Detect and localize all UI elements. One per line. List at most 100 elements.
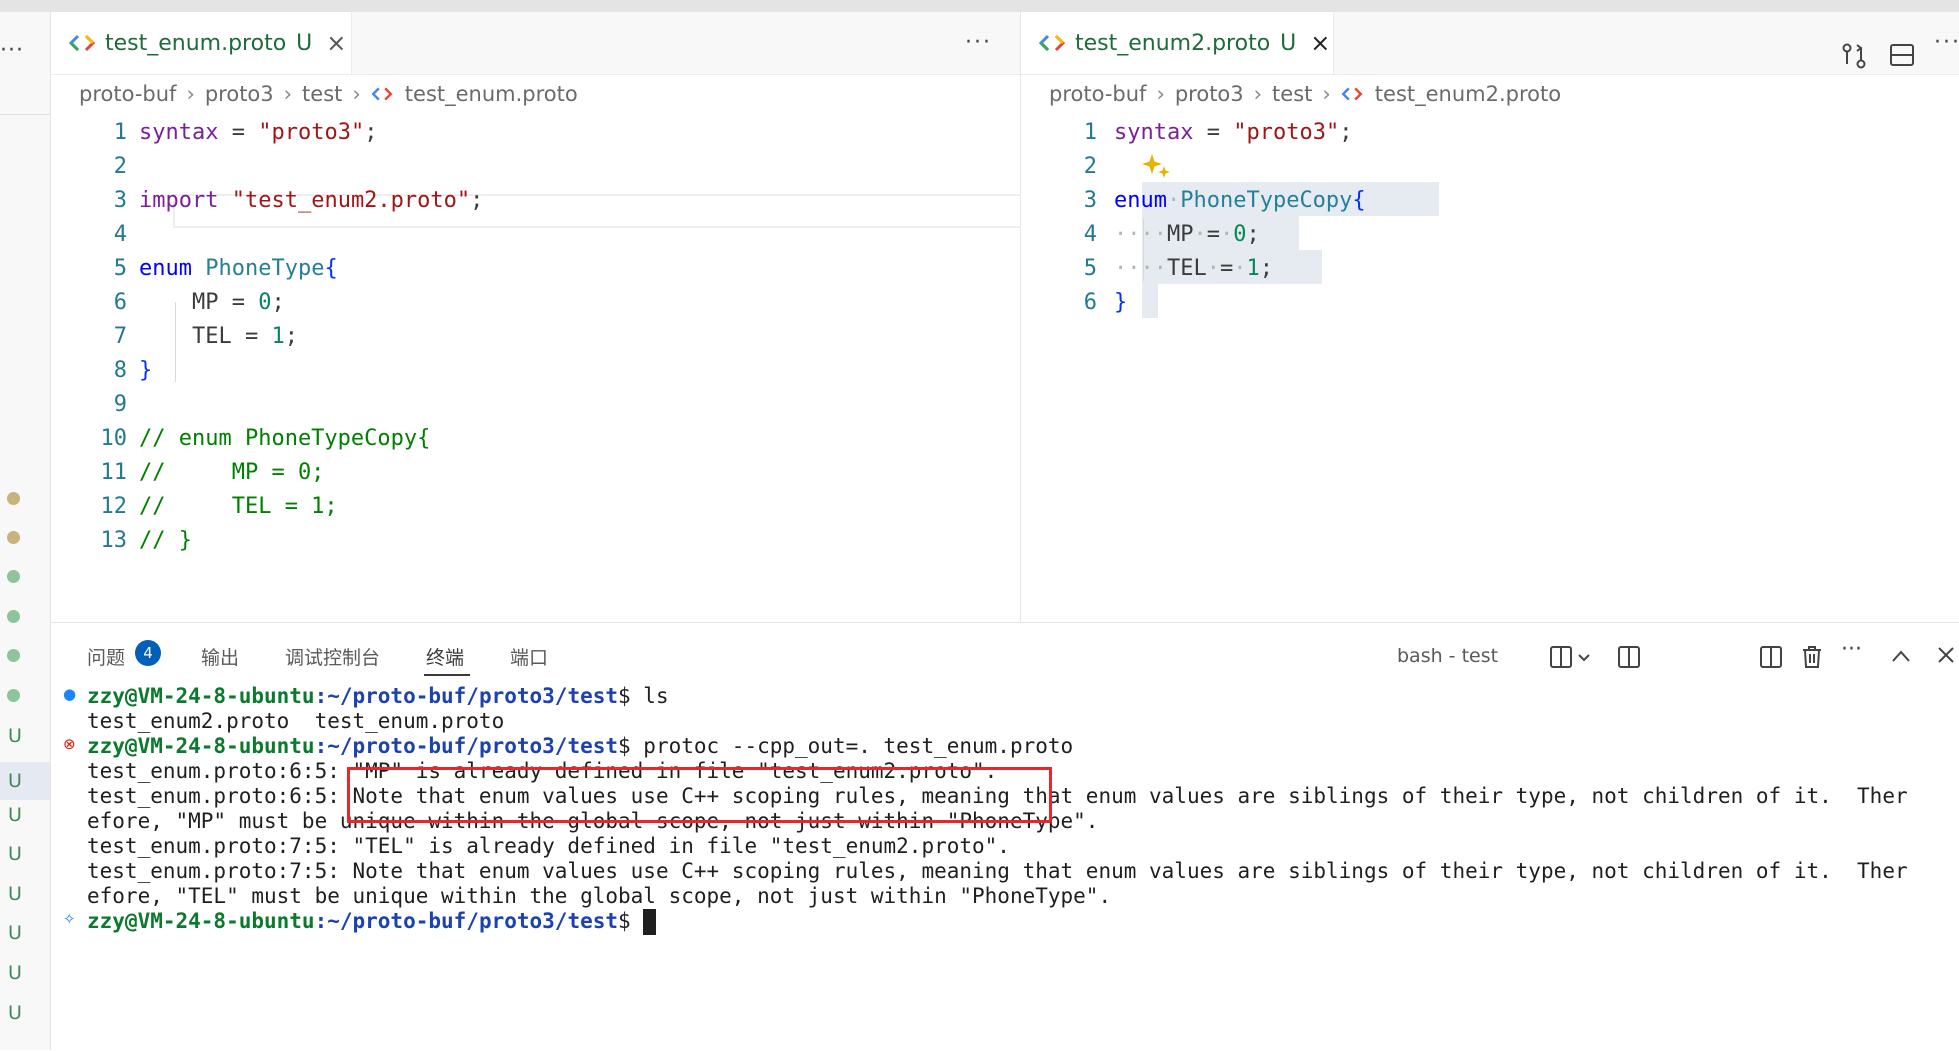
chevron-right-icon: › (1322, 82, 1331, 106)
proto-file-icon (1039, 34, 1065, 52)
tab-title: test_enum2.proto (1075, 30, 1271, 56)
editor-more-icon[interactable]: ··· (1934, 30, 1959, 55)
trash-icon[interactable] (1801, 645, 1823, 669)
line-number: 2 (1083, 154, 1097, 179)
problems-count-badge: 4 (135, 640, 161, 666)
line-number: 4 (1083, 222, 1097, 247)
line-number: 1 (1083, 120, 1097, 145)
prompt-path: :~/proto-buf/proto3/test (314, 909, 619, 933)
code-token: ; (284, 324, 298, 349)
code-token: ; (1339, 120, 1353, 145)
split-terminal-icon[interactable] (1549, 645, 1573, 669)
git-untracked-marker[interactable]: U (8, 804, 22, 826)
code-text: // enum PhoneTypeCopy{ (139, 422, 430, 456)
code-text: syntax = "proto3"; (139, 116, 377, 150)
tab-debug-console[interactable]: 调试控制台 (285, 643, 380, 670)
maximize-panel-icon[interactable] (1891, 649, 1911, 663)
code-token: PhoneType (205, 256, 325, 281)
code-text: ····TEL·=·1; (1114, 252, 1273, 286)
tab-git-status: U (1280, 30, 1297, 56)
git-untracked-marker[interactable]: U (8, 843, 22, 865)
line-number: 12 (100, 494, 128, 519)
sparkle-icon[interactable] (1142, 152, 1172, 180)
tab-terminal[interactable]: 终端 (426, 643, 464, 670)
prompt-path: :~/proto-buf/proto3/test (314, 734, 619, 758)
code-token: = (218, 120, 259, 145)
tab-test-enum2-proto[interactable]: test_enum2.proto U × (1021, 12, 1334, 74)
git-untracked-marker[interactable]: U (8, 883, 22, 905)
breadcrumb-item[interactable]: proto-buf (1049, 82, 1146, 106)
prompt-path: :~/proto-buf/proto3/test (314, 684, 619, 708)
terminal-instance-name[interactable]: bash - test (1397, 645, 1498, 667)
split-pane-icon[interactable] (1759, 645, 1783, 669)
git-untracked-marker[interactable]: U (8, 922, 22, 944)
code-text: } (139, 354, 152, 388)
breadcrumb-item[interactable]: test_enum.proto (405, 82, 578, 106)
tab-ports[interactable]: 端口 (510, 643, 548, 670)
chevron-down-icon[interactable] (1577, 653, 1591, 663)
tab-git-status: U (296, 30, 313, 56)
close-icon[interactable]: × (326, 29, 346, 57)
line-number: 5 (113, 256, 127, 281)
command-pending-icon[interactable]: ✧ (63, 910, 76, 928)
breadcrumb-item[interactable]: test (302, 82, 342, 106)
prompt-user: zzy@VM-24-8-ubuntu (87, 734, 315, 758)
code-token: TEL = (139, 324, 272, 349)
command-text: $ protoc --cpp_out=. test_enum.proto (618, 734, 1074, 758)
tab-output[interactable]: 输出 (201, 643, 239, 670)
panel-more-icon[interactable]: ··· (1841, 637, 1862, 662)
command-success-icon[interactable]: ● (63, 685, 76, 703)
close-icon[interactable]: × (1310, 29, 1330, 57)
tab-problems[interactable]: 问题 (87, 643, 125, 670)
code-token: } (1114, 290, 1128, 315)
code-text: enum PhoneType{ (139, 252, 338, 286)
breadcrumb-item[interactable]: test (1272, 82, 1312, 106)
chevron-right-icon: › (186, 82, 195, 106)
line-number: 13 (100, 528, 128, 553)
code-token: enum (1114, 188, 1167, 213)
line-number: 5 (1083, 256, 1097, 281)
git-untracked-marker[interactable]: U (8, 1002, 22, 1024)
code-text: enum·PhoneTypeCopy{ (1114, 184, 1366, 218)
selection-highlight (1142, 284, 1158, 318)
breadcrumb-item[interactable]: test_enum2.proto (1375, 82, 1561, 106)
explorer-strip: ··· U U U U U U U U (0, 12, 51, 1050)
code-token: = (1206, 222, 1220, 247)
command-text: $ ls (618, 684, 669, 708)
git-untracked-marker[interactable]: U (8, 962, 22, 984)
close-panel-icon[interactable] (1936, 645, 1956, 665)
code-token: "test_enum2.proto" (231, 188, 471, 213)
breadcrumb-item[interactable]: proto3 (205, 82, 274, 106)
proto-file-icon (371, 87, 393, 101)
tab-test-enum-proto[interactable]: test_enum.proto U × (51, 12, 352, 74)
line-number: 1 (113, 120, 127, 145)
breadcrumb-item[interactable]: proto3 (1175, 82, 1244, 106)
breadcrumb-item[interactable]: proto-buf (79, 82, 176, 106)
code-text: syntax = "proto3"; (1114, 116, 1352, 150)
code-token: MP (1166, 222, 1194, 247)
git-status-dot (7, 689, 20, 702)
code-token: · (1193, 222, 1207, 247)
git-untracked-marker[interactable]: U (0, 762, 50, 800)
git-untracked-marker[interactable]: U (8, 725, 22, 747)
editor-group-right: test_enum2.proto U × ··· proto-buf › pro… (1021, 12, 1959, 622)
command-error-icon[interactable]: ⊗ (63, 735, 76, 753)
explorer-more-icon[interactable]: ··· (0, 38, 24, 63)
code-token: // TEL = 1; (139, 494, 338, 519)
code-text: TEL = 1; (139, 320, 298, 354)
open-changes-icon[interactable] (1841, 42, 1867, 70)
editor-more-icon[interactable]: ··· (965, 30, 992, 55)
code-token: // enum PhoneTypeCopy{ (139, 426, 431, 451)
code-token: ; (1259, 256, 1273, 281)
split-editor-icon[interactable] (1889, 42, 1915, 68)
code-token: { (324, 256, 338, 281)
window-top-strip (0, 0, 1959, 12)
proto-file-icon (1341, 87, 1363, 101)
code-text: MP = 0; (139, 286, 285, 320)
code-token: = (1193, 120, 1234, 145)
code-token: syntax (139, 120, 219, 145)
prompt-user: zzy@VM-24-8-ubuntu (87, 909, 315, 933)
line-number: 6 (113, 290, 127, 315)
